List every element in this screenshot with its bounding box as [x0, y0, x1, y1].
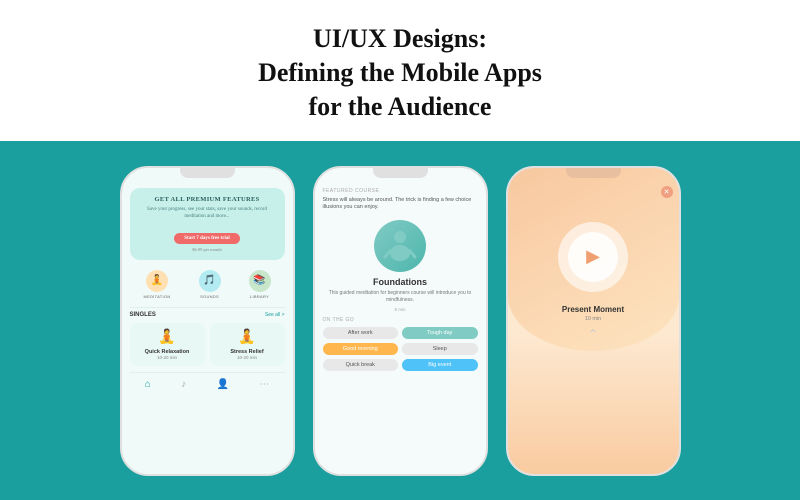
tag-sleep[interactable]: Sleep — [402, 343, 478, 355]
featured-text: Stress will always be around. The trick … — [323, 197, 478, 212]
meditation-nav[interactable]: 🧘 MEDITATION — [143, 270, 170, 299]
phone3-track-info: Present Moment 10 min ⌃ — [508, 305, 679, 342]
more-icon[interactable]: ⋯ — [259, 379, 269, 390]
play-button[interactable]: ▶ — [568, 232, 618, 282]
search-icon[interactable]: ♪ — [181, 379, 186, 390]
stress-duration: 10-20 min — [214, 355, 281, 360]
divider — [130, 307, 285, 308]
title-line2: Defining the Mobile Apps — [258, 58, 542, 87]
library-icon: 📚 — [249, 270, 271, 292]
stress-icon: 🧘 — [214, 329, 281, 346]
close-button[interactable]: ✕ — [661, 186, 673, 198]
course-title: Foundations — [323, 277, 478, 287]
meditation-icon: 🧘 — [146, 270, 168, 292]
relaxation-card[interactable]: 🧘 Quick Relaxation 10-20 min — [130, 323, 205, 366]
track-duration: 10 min — [508, 316, 679, 322]
meditation-label: MEDITATION — [143, 294, 170, 299]
phone2-content: FEATURED COURSE Stress will always be ar… — [315, 184, 486, 375]
sounds-nav[interactable]: 🎵 SOUNDS — [199, 270, 221, 299]
phone-mockup-2: FEATURED COURSE Stress will always be ar… — [313, 166, 488, 476]
bottom-nav: ⌂ ♪ 👤 ⋯ — [130, 372, 285, 394]
play-outer-circle: ▶ — [558, 222, 628, 292]
profile-icon[interactable]: 👤 — [216, 379, 228, 390]
tag-after-work[interactable]: After work — [323, 327, 399, 339]
phone-mockup-1: GET ALL PREMIUM FEATURES Save your progr… — [120, 166, 295, 476]
featured-label: FEATURED COURSE — [323, 188, 478, 194]
meditation-figure — [381, 227, 419, 265]
phone3-top-bar: ✕ — [508, 184, 679, 202]
stress-card[interactable]: 🧘 Stress Relief 10-20 min — [210, 323, 285, 366]
see-all-link[interactable]: See all > — [265, 312, 285, 318]
tag-big-event[interactable]: Big event — [402, 359, 478, 371]
home-icon[interactable]: ⌂ — [145, 379, 151, 390]
title-line1: UI/UX Designs: — [313, 24, 487, 53]
relaxation-duration: 10-20 min — [134, 355, 201, 360]
singles-header: SINGLES See all > — [130, 312, 285, 318]
premium-text: Save your progress, see your stats, save… — [140, 206, 275, 220]
sounds-label: SOUNDS — [200, 294, 219, 299]
on-the-go-label: ON THE GO — [323, 317, 478, 323]
tag-good-morning[interactable]: Good morning — [323, 343, 399, 355]
premium-title: GET ALL PREMIUM FEATURES — [140, 196, 275, 203]
library-nav[interactable]: 📚 LIBRARY — [249, 270, 271, 299]
phone1-content: GET ALL PREMIUM FEATURES Save your progr… — [122, 184, 293, 398]
course-duration: 8 min — [323, 307, 478, 312]
phone-mockup-3: ✕ ▶ Present Moment 10 min ⌃ — [506, 166, 681, 476]
premium-card: GET ALL PREMIUM FEATURES Save your progr… — [130, 188, 285, 260]
library-label: LIBRARY — [250, 294, 269, 299]
singles-title: SINGLES — [130, 312, 156, 318]
relaxation-icon: 🧘 — [134, 329, 201, 346]
phone2-notch — [373, 168, 428, 178]
singles-cards: 🧘 Quick Relaxation 10-20 min 🧘 Stress Re… — [130, 323, 285, 366]
sounds-icon: 🎵 — [199, 270, 221, 292]
course-desc: This guided meditation for beginners cou… — [323, 290, 478, 304]
phone1-notch — [180, 168, 235, 178]
avatar-container — [323, 220, 478, 272]
course-avatar — [374, 220, 426, 272]
phones-section: GET ALL PREMIUM FEATURES Save your progr… — [0, 141, 800, 500]
play-button-container: ▶ — [508, 202, 679, 292]
tag-quick-break[interactable]: Quick break — [323, 359, 399, 371]
phone3-content: ✕ ▶ Present Moment 10 min ⌃ — [508, 168, 679, 372]
tag-tough-day[interactable]: Tough day — [402, 327, 478, 339]
header: UI/UX Designs: Defining the Mobile Apps … — [0, 0, 800, 141]
trial-button[interactable]: Start 7 days free trial — [174, 233, 239, 244]
phone3-notch — [566, 168, 621, 178]
title-line3: for the Audience — [309, 92, 492, 121]
main-container: UI/UX Designs: Defining the Mobile Apps … — [0, 0, 800, 500]
page-title: UI/UX Designs: Defining the Mobile Apps … — [20, 22, 780, 123]
tags-grid: After work Tough day Good morning Sleep … — [323, 327, 478, 371]
chevron-up-icon[interactable]: ⌃ — [508, 327, 679, 342]
price-label: $6.99 per month — [140, 247, 275, 252]
nav-icons-row: 🧘 MEDITATION 🎵 SOUNDS 📚 LIBRARY — [130, 266, 285, 305]
track-title: Present Moment — [508, 305, 679, 314]
